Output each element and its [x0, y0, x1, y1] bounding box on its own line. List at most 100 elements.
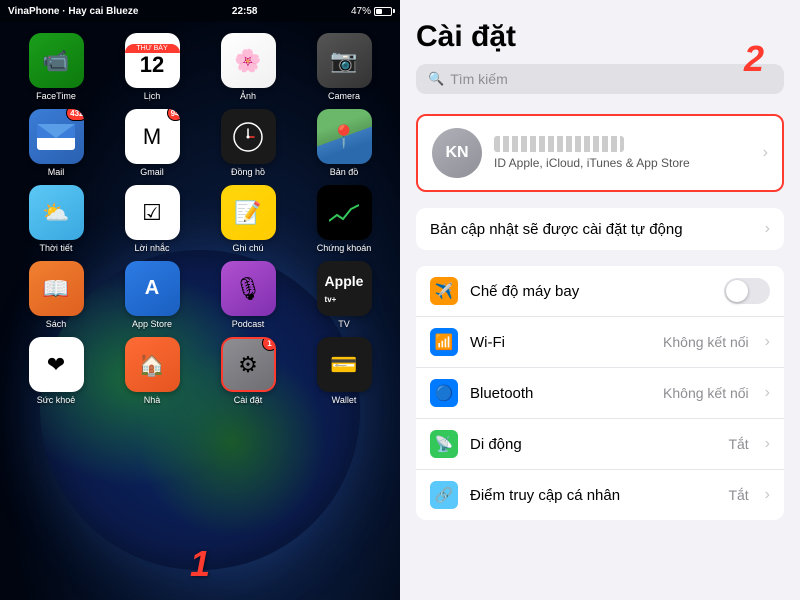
app-label-notes: Ghi chú	[232, 243, 263, 253]
app-label-gmail: Gmail	[140, 167, 164, 177]
battery-fill	[376, 9, 382, 14]
app-label-stocks: Chứng khoán	[317, 243, 372, 253]
app-item-stocks[interactable]: Chứng khoán	[298, 185, 390, 253]
app-icon-notes: 📝	[221, 185, 276, 240]
app-item-books[interactable]: 📖Sách	[10, 261, 102, 329]
chevron-right-icon: ›	[763, 144, 768, 162]
settings-row-wifi[interactable]: 📶 Wi-Fi Không kết nối ›	[416, 317, 784, 368]
app-icon-tv: Appletv+	[317, 261, 372, 316]
settings-row-icon-bluetooth: 🔵	[430, 379, 458, 407]
settings-row-icon-airplane: ✈️	[430, 277, 458, 305]
app-icon-podcast: 🎙	[221, 261, 276, 316]
app-label-tv: TV	[338, 319, 350, 329]
app-label-calendar: Lịch	[144, 91, 161, 101]
app-icon-calendar: THỨ BẢY12	[125, 33, 180, 88]
settings-row-bluetooth[interactable]: 🔵 Bluetooth Không kết nối ›	[416, 368, 784, 419]
settings-row-value-mobile: Tắt	[728, 436, 748, 452]
badge-settings: 1	[262, 337, 276, 351]
app-label-reminders: Lời nhắc	[135, 243, 170, 253]
app-item-facetime[interactable]: 📹FaceTime	[10, 33, 102, 101]
app-item-podcast[interactable]: 🎙 Podcast	[202, 261, 294, 329]
avatar: KN	[432, 128, 482, 178]
app-label-podcast: Podcast	[232, 319, 265, 329]
step-number-1: 1	[190, 543, 210, 585]
settings-row-icon-personal-hotspot: 🔗	[430, 481, 458, 509]
app-label-appstore: App Store	[132, 319, 172, 329]
settings-header: Cài đặt 2 🔍 Tìm kiếm	[400, 0, 800, 104]
app-icon-books: 📖	[29, 261, 84, 316]
update-label: Bản cập nhật sẽ được cài đặt tự động	[430, 221, 765, 238]
chevron-icon-mobile: ›	[765, 435, 770, 453]
update-row[interactable]: Bản cập nhật sẽ được cài đặt tự động ›	[416, 208, 784, 250]
settings-list: ✈️ Chế độ máy bay 📶 Wi-Fi Không kết nối › 🔵 Blu…	[416, 266, 784, 520]
toggle-airplane[interactable]	[724, 278, 770, 304]
settings-row-value-wifi: Không kết nối	[663, 334, 749, 350]
right-panel: Cài đặt 2 🔍 Tìm kiếm KN ID Apple, iCloud…	[400, 0, 800, 600]
profile-subtitle: ID Apple, iCloud, iTunes & App Store	[494, 156, 751, 170]
app-item-home[interactable]: 🏠 Nhà	[106, 337, 198, 405]
app-label-mail: Mail	[48, 167, 65, 177]
search-bar[interactable]: 🔍 Tìm kiếm	[416, 64, 784, 94]
search-icon: 🔍	[428, 71, 444, 87]
app-icon-home: 🏠	[125, 337, 180, 392]
app-item-appstore[interactable]: A App Store	[106, 261, 198, 329]
app-label-camera: Camera	[328, 91, 360, 101]
app-item-clock[interactable]: Đồng hồ	[202, 109, 294, 177]
app-item-settings[interactable]: ⚙1 Cài đặt	[202, 337, 294, 405]
settings-row-label-mobile: Di động	[470, 436, 716, 453]
status-bar: VinaPhone · Hay cai Blueze 22:58 47%	[0, 0, 400, 22]
app-item-mail[interactable]: 432 Mail	[10, 109, 102, 177]
app-item-notes[interactable]: 📝 Ghi chú	[202, 185, 294, 253]
settings-row-label-airplane: Chế độ máy bay	[470, 283, 712, 300]
app-item-calendar[interactable]: THỨ BẢY12 Lịch	[106, 33, 198, 101]
app-item-maps[interactable]: 📍 Bản đồ	[298, 109, 390, 177]
update-section: Bản cập nhật sẽ được cài đặt tự động ›	[416, 208, 784, 250]
badge-gmail: 94	[167, 109, 180, 121]
app-item-tv[interactable]: Appletv+ TV	[298, 261, 390, 329]
app-item-weather[interactable]: ⛅Thời tiết	[10, 185, 102, 253]
app-icon-photos: 🌸	[221, 33, 276, 88]
app-label-settings: Cài đặt	[234, 395, 263, 405]
app-icon-camera: 📷	[317, 33, 372, 88]
settings-title: Cài đặt	[416, 20, 516, 54]
settings-row-mobile[interactable]: 📡Di độngTắt›	[416, 419, 784, 470]
badge-mail: 432	[66, 109, 83, 121]
time-text: 22:58	[232, 6, 258, 17]
settings-row-label-personal-hotspot: Điểm truy cập cá nhân	[470, 487, 716, 504]
settings-row-label-wifi: Wi-Fi	[470, 334, 651, 351]
app-item-reminders[interactable]: ☑Lời nhắc	[106, 185, 198, 253]
app-label-photos: Ảnh	[240, 91, 256, 101]
app-label-weather: Thời tiết	[40, 243, 73, 253]
app-item-health[interactable]: ❤Sức khoẻ	[10, 337, 102, 405]
profile-info: ID Apple, iCloud, iTunes & App Store	[494, 136, 751, 170]
app-item-photos[interactable]: 🌸 Ảnh	[202, 33, 294, 101]
search-placeholder-text: Tìm kiếm	[450, 71, 508, 87]
settings-row-value-bluetooth: Không kết nối	[663, 385, 749, 401]
settings-row-icon-wifi: 📶	[430, 328, 458, 356]
app-label-home: Nhà	[144, 395, 161, 405]
chevron-icon-bluetooth: ›	[765, 384, 770, 402]
app-item-gmail[interactable]: M94 Gmail	[106, 109, 198, 177]
profile-section[interactable]: KN ID Apple, iCloud, iTunes & App Store …	[416, 114, 784, 192]
battery-area: 47%	[351, 6, 392, 17]
left-panel: VinaPhone · Hay cai Blueze 22:58 47% 📹Fa…	[0, 0, 400, 600]
chevron-icon-wifi: ›	[765, 333, 770, 351]
app-icon-appstore: A	[125, 261, 180, 316]
settings-row-personal-hotspot[interactable]: 🔗Điểm truy cập cá nhânTắt›	[416, 470, 784, 520]
app-icon-maps: 📍	[317, 109, 372, 164]
update-chevron-icon: ›	[765, 220, 770, 238]
app-item-camera[interactable]: 📷 Camera	[298, 33, 390, 101]
app-icon-facetime: 📹	[29, 33, 84, 88]
app-icon-clock	[221, 109, 276, 164]
carrier-text: VinaPhone · Hay cai Blueze	[8, 6, 138, 17]
app-item-wallet[interactable]: 💳Wallet	[298, 337, 390, 405]
settings-row-value-personal-hotspot: Tắt	[728, 487, 748, 503]
settings-row-label-bluetooth: Bluetooth	[470, 385, 651, 402]
app-icon-gmail: M94	[125, 109, 180, 164]
settings-row-airplane[interactable]: ✈️ Chế độ máy bay	[416, 266, 784, 317]
app-icon-wallet: 💳	[317, 337, 372, 392]
app-label-maps: Bản đồ	[330, 167, 359, 177]
app-icon-settings: ⚙1	[221, 337, 276, 392]
app-grid: 📹FaceTime THỨ BẢY12 Lịch 🌸 Ảnh 📷 Camera 432 Mail…	[0, 28, 400, 410]
profile-name-blurred	[494, 136, 624, 152]
